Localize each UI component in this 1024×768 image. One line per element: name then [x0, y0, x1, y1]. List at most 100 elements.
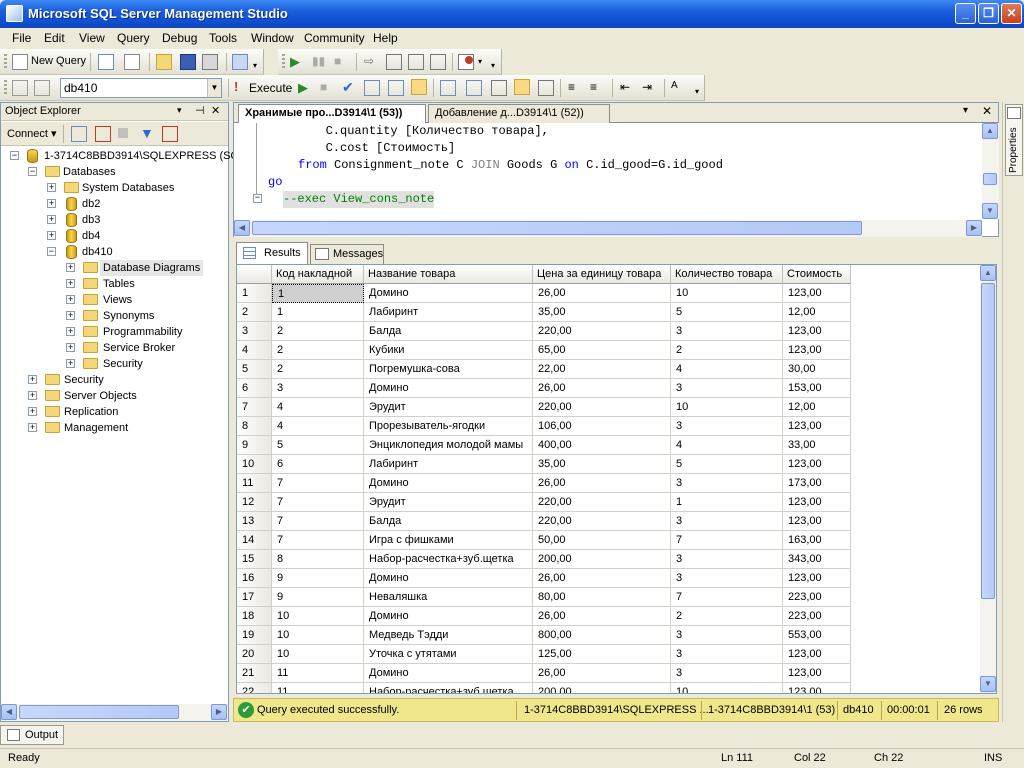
- unit-price-cell[interactable]: 35,00: [533, 455, 671, 474]
- tree-hscrollbar[interactable]: ◀ ▶: [1, 704, 228, 721]
- code-area[interactable]: C.quantity [Количество товара], C.cost […: [234, 123, 982, 219]
- table-row[interactable]: 7 4 Эрудит 220,00 10 12,00: [237, 398, 851, 417]
- code-cell[interactable]: 2: [272, 341, 364, 360]
- cost-cell[interactable]: 12,00: [783, 303, 851, 322]
- quantity-cell[interactable]: 2: [671, 607, 783, 626]
- quantity-cell[interactable]: 7: [671, 531, 783, 550]
- table-row[interactable]: 13 7 Балда 220,00 3 123,00: [237, 512, 851, 531]
- menu-view[interactable]: View: [79, 31, 105, 45]
- expand-icon[interactable]: +: [28, 375, 37, 384]
- code-cell[interactable]: 7: [272, 474, 364, 493]
- grid-vscrollbar[interactable]: ▲ ▼: [980, 265, 996, 693]
- product-name-cell[interactable]: Медведь Тэдди: [364, 626, 533, 645]
- new-query-button[interactable]: New Query: [31, 55, 86, 67]
- cost-cell[interactable]: 123,00: [783, 284, 851, 303]
- client-stats-icon[interactable]: [466, 80, 482, 96]
- scroll-down-icon[interactable]: ▼: [982, 203, 998, 219]
- table-row[interactable]: 17 9 Неваляшка 80,00 7 223,00: [237, 588, 851, 607]
- expand-icon[interactable]: +: [47, 215, 56, 224]
- menu-edit[interactable]: Edit: [44, 31, 65, 45]
- table-row[interactable]: 8 4 Прорезыватель-ягодки 106,00 3 123,00: [237, 417, 851, 436]
- table-row[interactable]: 16 9 Домино 26,00 3 123,00: [237, 569, 851, 588]
- refresh-icon[interactable]: [162, 126, 178, 142]
- cancel-query-icon[interactable]: ■: [320, 80, 327, 94]
- pause-icon[interactable]: ▮▮: [312, 54, 325, 68]
- step-out-icon[interactable]: [408, 54, 424, 70]
- cost-cell[interactable]: 123,00: [783, 683, 851, 693]
- column-header[interactable]: Код накладной: [272, 265, 364, 284]
- title-bar[interactable]: Microsoft SQL Server Management Studio _…: [0, 0, 1024, 28]
- unit-price-cell[interactable]: 35,00: [533, 303, 671, 322]
- new-file-icon[interactable]: [124, 54, 140, 70]
- expand-icon[interactable]: +: [66, 295, 75, 304]
- close-button[interactable]: ✕: [1001, 3, 1022, 24]
- scroll-thumb[interactable]: [981, 283, 995, 599]
- product-name-cell[interactable]: Погремушка-сова: [364, 360, 533, 379]
- toolbar-overflow-icon[interactable]: ▾: [695, 87, 699, 96]
- collapse-region-icon[interactable]: −: [253, 194, 262, 203]
- product-name-cell[interactable]: Домино: [364, 284, 533, 303]
- menu-query[interactable]: Query: [117, 31, 150, 45]
- new-query-icon[interactable]: [12, 54, 28, 70]
- unit-price-cell[interactable]: 220,00: [533, 322, 671, 341]
- quantity-cell[interactable]: 1: [671, 493, 783, 512]
- unit-price-cell[interactable]: 200,00: [533, 683, 671, 693]
- quantity-cell[interactable]: 4: [671, 436, 783, 455]
- disconnect-server-icon[interactable]: [95, 126, 111, 142]
- table-row[interactable]: 19 10 Медведь Тэдди 800,00 3 553,00: [237, 626, 851, 645]
- expand-icon[interactable]: +: [66, 343, 75, 352]
- row-number-cell[interactable]: 22: [237, 683, 272, 693]
- activity-monitor-icon[interactable]: [232, 54, 248, 70]
- cost-cell[interactable]: 553,00: [783, 626, 851, 645]
- cost-cell[interactable]: 123,00: [783, 455, 851, 474]
- quantity-cell[interactable]: 4: [671, 360, 783, 379]
- pin-icon[interactable]: ⊣: [195, 104, 205, 117]
- unit-price-cell[interactable]: 50,00: [533, 531, 671, 550]
- output-tab[interactable]: Output: [0, 725, 64, 745]
- row-number-cell[interactable]: 10: [237, 455, 272, 474]
- connect-server-icon[interactable]: [71, 126, 87, 142]
- expand-icon[interactable]: +: [66, 263, 75, 272]
- code-cell[interactable]: 2: [272, 360, 364, 379]
- column-header[interactable]: Стоимость: [783, 265, 851, 284]
- column-header[interactable]: Количество товара: [671, 265, 783, 284]
- scroll-thumb[interactable]: [983, 173, 997, 185]
- cost-cell[interactable]: 163,00: [783, 531, 851, 550]
- step-into-icon[interactable]: ⇨: [364, 54, 374, 68]
- results-grid-toggle-icon[interactable]: [514, 79, 530, 95]
- column-header[interactable]: Цена за единицу товара: [533, 265, 671, 284]
- pin-dropdown-icon[interactable]: ▾: [177, 105, 182, 116]
- unit-price-cell[interactable]: 106,00: [533, 417, 671, 436]
- product-name-cell[interactable]: Эрудит: [364, 493, 533, 512]
- editor-hscrollbar[interactable]: ◀ ▶: [234, 220, 982, 237]
- row-number-cell[interactable]: 6: [237, 379, 272, 398]
- disconnect-icon[interactable]: [34, 80, 50, 96]
- expand-icon[interactable]: +: [28, 423, 37, 432]
- row-number-cell[interactable]: 1: [237, 284, 272, 303]
- code-cell[interactable]: 9: [272, 588, 364, 607]
- cost-cell[interactable]: 123,00: [783, 664, 851, 683]
- unit-price-cell[interactable]: 800,00: [533, 626, 671, 645]
- product-name-cell[interactable]: Лабиринт: [364, 455, 533, 474]
- collapse-icon[interactable]: −: [10, 151, 19, 160]
- cost-cell[interactable]: 123,00: [783, 569, 851, 588]
- code-cell[interactable]: 4: [272, 417, 364, 436]
- table-row[interactable]: 22 11 Набор-расчестка+зуб.щетка 200,00 10 123…: [237, 683, 851, 693]
- quantity-cell[interactable]: 5: [671, 455, 783, 474]
- start-debug-icon[interactable]: ▶: [290, 54, 300, 70]
- product-name-cell[interactable]: Домино: [364, 474, 533, 493]
- code-cell[interactable]: 10: [272, 645, 364, 664]
- breakpoints-icon[interactable]: [430, 54, 446, 70]
- expand-icon[interactable]: +: [28, 391, 37, 400]
- cost-cell[interactable]: 123,00: [783, 645, 851, 664]
- cost-cell[interactable]: 123,00: [783, 493, 851, 512]
- row-number-cell[interactable]: 16: [237, 569, 272, 588]
- debug-run-icon[interactable]: ▶: [298, 80, 308, 96]
- unit-price-cell[interactable]: 400,00: [533, 436, 671, 455]
- code-cell[interactable]: 7: [272, 531, 364, 550]
- table-row[interactable]: 2 1 Лабиринт 35,00 5 12,00: [237, 303, 851, 322]
- connect-icon[interactable]: [12, 80, 28, 96]
- table-row[interactable]: 10 6 Лабиринт 35,00 5 123,00: [237, 455, 851, 474]
- menu-community[interactable]: Community: [304, 31, 365, 45]
- cost-cell[interactable]: 223,00: [783, 588, 851, 607]
